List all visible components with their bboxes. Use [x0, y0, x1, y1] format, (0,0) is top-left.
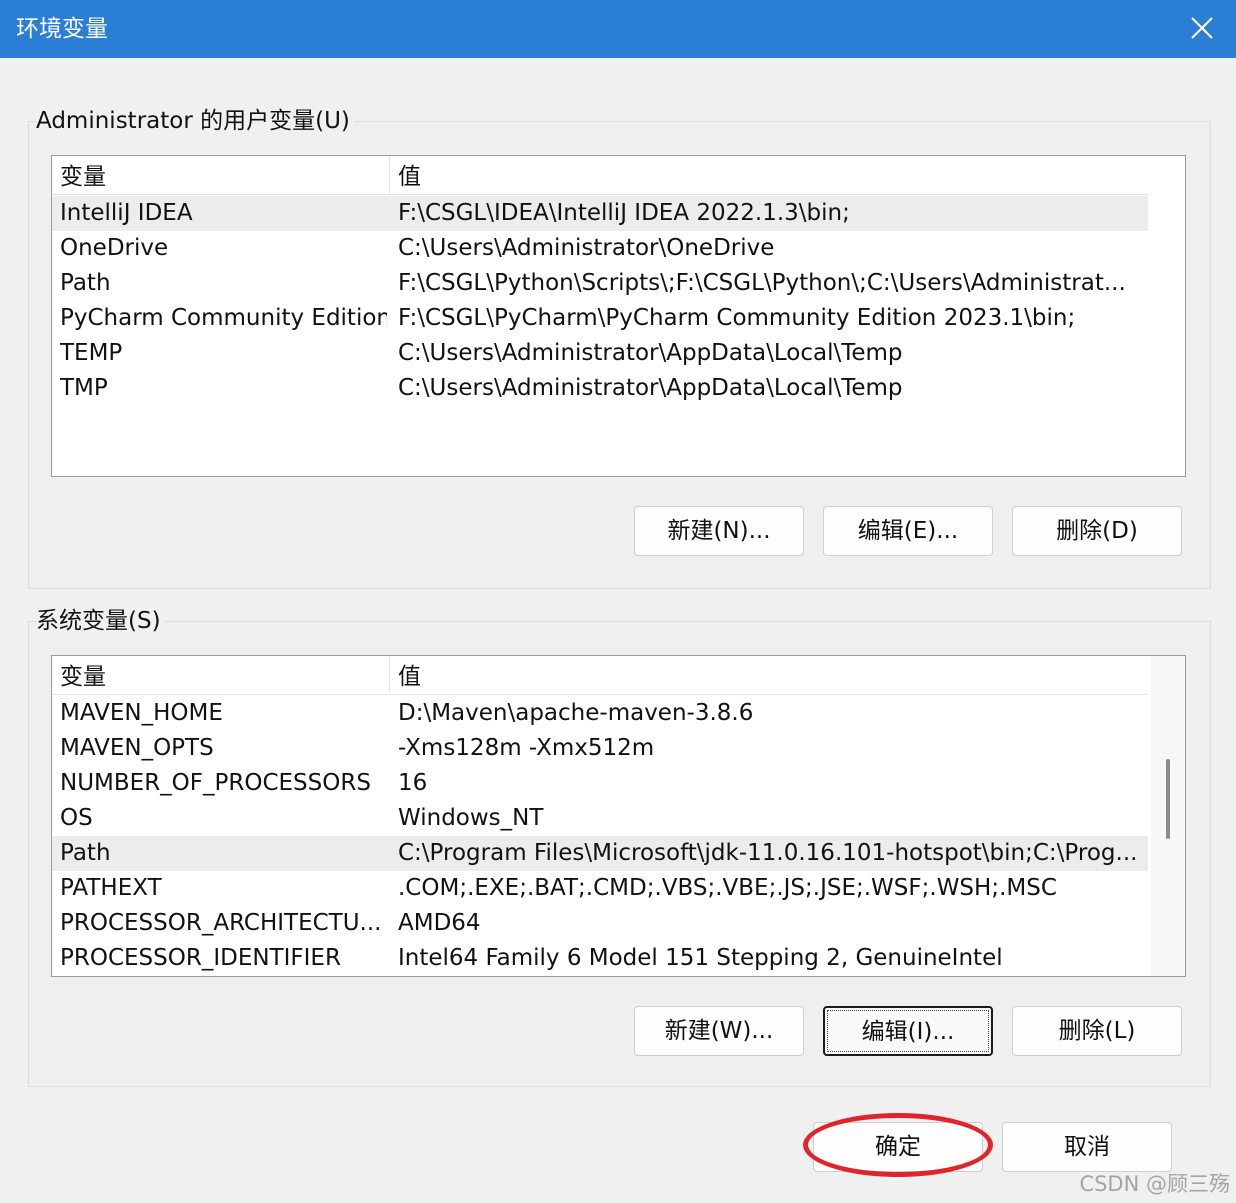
variable-name: IntelliJ IDEA — [60, 200, 193, 226]
variable-name: PATHEXT — [60, 875, 162, 901]
variable-name: Path — [60, 270, 111, 296]
window-title: 环境变量 — [16, 16, 108, 42]
table-row[interactable]: OneDrive C:\Users\Administrator\OneDrive — [52, 231, 1148, 266]
variable-name: TMP — [60, 375, 108, 401]
variable-value: F:\CSGL\PyCharm\PyCharm Community Editio… — [398, 305, 1076, 331]
user-variables-label: Administrator 的用户变量(U) — [36, 106, 354, 136]
table-row[interactable]: Path C:\Program Files\Microsoft\jdk-11.0.… — [52, 836, 1148, 871]
column-header-value[interactable]: 值 — [398, 162, 421, 192]
column-divider[interactable] — [389, 156, 390, 194]
variable-value: C:\Users\Administrator\OneDrive — [398, 235, 775, 261]
variable-value: C:\Users\Administrator\AppData\Local\Tem… — [398, 375, 903, 401]
variable-value: Intel64 Family 6 Model 151 Stepping 2, G… — [398, 945, 1003, 971]
variable-name: OS — [60, 805, 93, 831]
variable-value: D:\Maven\apache-maven-3.8.6 — [398, 700, 754, 726]
variable-name: TEMP — [60, 340, 123, 366]
watermark: CSDN @顾三殇 — [1079, 1172, 1230, 1196]
user-delete-button[interactable]: 删除(D) — [1012, 506, 1182, 556]
variable-value: C:\Users\Administrator\AppData\Local\Tem… — [398, 340, 903, 366]
variable-name: PyCharm Community Edition — [60, 305, 387, 331]
variable-value: F:\CSGL\Python\Scripts\;F:\CSGL\Python\;… — [398, 270, 1126, 296]
variable-name: OneDrive — [60, 235, 169, 261]
table-row[interactable]: MAVEN_OPTS -Xms128m -Xmx512m — [52, 731, 1148, 766]
variable-name: MAVEN_OPTS — [60, 735, 214, 761]
column-header-variable[interactable]: 变量 — [60, 162, 106, 192]
variable-value: F:\CSGL\IDEA\IntelliJ IDEA 2022.1.3\bin; — [398, 200, 850, 226]
system-list-header: 变量 值 — [52, 656, 1148, 695]
variable-name: NUMBER_OF_PROCESSORS — [60, 770, 371, 796]
user-new-button[interactable]: 新建(N)... — [634, 506, 804, 556]
table-row[interactable]: TMP C:\Users\Administrator\AppData\Local\… — [52, 371, 1148, 406]
table-row[interactable]: PROCESSOR_ARCHITECTU... AMD64 — [52, 906, 1148, 941]
variable-name: Path — [60, 840, 111, 866]
variable-name: PROCESSOR_ARCHITECTU... — [60, 910, 382, 936]
variable-name: PROCESSOR_IDENTIFIER — [60, 945, 341, 971]
user-edit-button[interactable]: 编辑(E)... — [823, 506, 993, 556]
user-variables-list[interactable]: 变量 值 IntelliJ IDEA F:\CSGL\IDEA\IntelliJ … — [51, 155, 1186, 477]
system-list-scrollbar[interactable] — [1151, 656, 1185, 976]
table-row[interactable]: PATHEXT .COM;.EXE;.BAT;.CMD;.VBS;.VBE;.JS… — [52, 871, 1148, 906]
variable-value: AMD64 — [398, 910, 481, 936]
system-variables-list[interactable]: 变量 值 MAVEN_HOME D:\Maven\apache-maven-3.8… — [51, 655, 1186, 977]
table-row[interactable]: OS Windows_NT — [52, 801, 1148, 836]
cancel-button[interactable]: 取消 — [1002, 1122, 1172, 1172]
user-list-header: 变量 值 — [52, 156, 1148, 195]
column-header-value[interactable]: 值 — [398, 662, 421, 692]
table-row[interactable]: PROCESSOR_IDENTIFIER Intel64 Family 6 Mod… — [52, 941, 1148, 976]
variable-value: C:\Program Files\Microsoft\jdk-11.0.16.1… — [398, 840, 1138, 866]
environment-variables-dialog: 环境变量 Administrator 的用户变量(U) 变量 值 Intelli… — [0, 0, 1236, 1203]
variable-name: MAVEN_HOME — [60, 700, 223, 726]
table-row[interactable]: PyCharm Community Edition F:\CSGL\PyCharm… — [52, 301, 1148, 336]
variable-value: -Xms128m -Xmx512m — [398, 735, 655, 761]
table-row[interactable]: TEMP C:\Users\Administrator\AppData\Local… — [52, 336, 1148, 371]
table-row[interactable]: Path F:\CSGL\Python\Scripts\;F:\CSGL\Pyth… — [52, 266, 1148, 301]
variable-value: .COM;.EXE;.BAT;.CMD;.VBS;.VBE;.JS;.JSE;.… — [398, 875, 1057, 901]
variable-value: Windows_NT — [398, 805, 544, 831]
variable-value: 16 — [398, 770, 428, 796]
close-icon — [1191, 17, 1213, 39]
scrollbar-thumb[interactable] — [1166, 759, 1170, 839]
table-row[interactable]: MAVEN_HOME D:\Maven\apache-maven-3.8.6 — [52, 696, 1148, 731]
ok-button[interactable]: 确定 — [813, 1122, 983, 1172]
close-button[interactable] — [1166, 0, 1236, 58]
title-bar: 环境变量 — [0, 0, 1236, 58]
system-new-button[interactable]: 新建(W)... — [634, 1006, 804, 1056]
system-delete-button[interactable]: 删除(L) — [1012, 1006, 1182, 1056]
table-row[interactable]: IntelliJ IDEA F:\CSGL\IDEA\IntelliJ IDEA … — [52, 196, 1148, 231]
table-row[interactable]: NUMBER_OF_PROCESSORS 16 — [52, 766, 1148, 801]
system-variables-label: 系统变量(S) — [36, 606, 165, 636]
column-divider[interactable] — [389, 656, 390, 694]
column-header-variable[interactable]: 变量 — [60, 662, 106, 692]
system-edit-button[interactable]: 编辑(I)... — [823, 1006, 993, 1056]
